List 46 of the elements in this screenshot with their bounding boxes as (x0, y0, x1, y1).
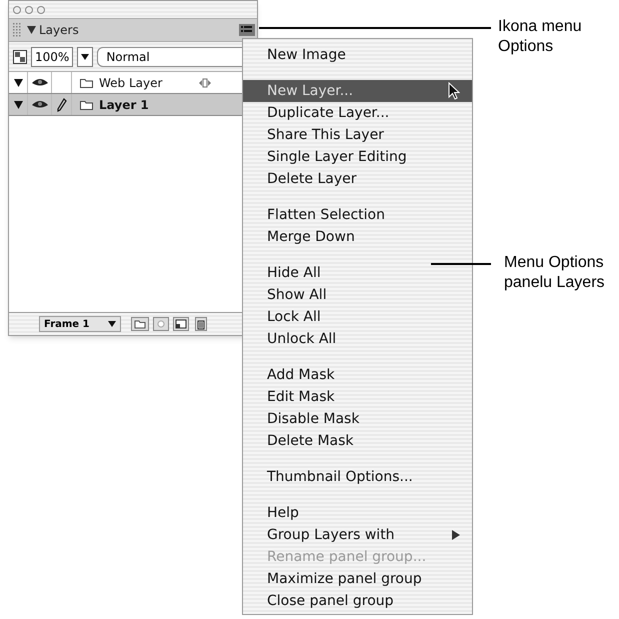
trash-icon[interactable] (195, 317, 207, 331)
menu-item[interactable]: Maximize panel group (243, 568, 472, 590)
new-folder-icon[interactable] (131, 317, 149, 331)
options-menu-icon[interactable] (239, 24, 255, 36)
mouse-cursor-icon (448, 82, 460, 100)
menu-item[interactable]: Add Mask (243, 364, 472, 386)
menu-item[interactable]: Close panel group (243, 590, 472, 612)
menu-item[interactable]: Unlock All (243, 328, 472, 350)
callout-label: Ikona menu Options (498, 17, 582, 57)
expand-icon[interactable] (14, 78, 22, 86)
layer-name: Web Layer (99, 74, 162, 92)
menu-item[interactable]: Thumbnail Options... (243, 466, 472, 488)
share-icon[interactable] (199, 78, 212, 88)
menu-item[interactable]: Lock All (243, 306, 472, 328)
menu-item[interactable]: Delete Mask (243, 430, 472, 452)
eye-icon[interactable] (32, 78, 48, 87)
menu-item[interactable]: Share This Layer (243, 124, 472, 146)
opacity-dropdown-button[interactable] (77, 46, 94, 66)
layer-name: Layer 1 (99, 96, 149, 114)
opacity-field[interactable]: 100% (31, 46, 74, 66)
eye-icon[interactable] (32, 100, 48, 109)
caret-icon (108, 321, 116, 327)
new-layer-icon[interactable] (173, 317, 189, 331)
menu-item[interactable]: Single Layer Editing (243, 146, 472, 168)
submenu-arrow-icon (452, 530, 460, 540)
frame-select[interactable]: Frame 1 (39, 316, 121, 332)
pencil-icon[interactable] (56, 98, 66, 112)
menu-item[interactable]: New Layer... (243, 80, 472, 102)
caret-icon (81, 54, 90, 60)
menu-item[interactable]: Group Layers with (243, 524, 472, 546)
menu-item[interactable]: Edit Mask (243, 386, 472, 408)
menu-item[interactable]: Hide All (243, 262, 472, 284)
thumbnail-icon[interactable] (13, 50, 27, 64)
expand-icon[interactable] (14, 100, 22, 108)
menu-item[interactable]: Merge Down (243, 226, 472, 248)
collapse-icon[interactable] (27, 26, 36, 34)
folder-icon (80, 78, 94, 88)
menu-item[interactable]: Show All (243, 284, 472, 306)
menu-item[interactable]: Delete Layer (243, 168, 472, 190)
menu-item[interactable]: Flatten Selection (243, 204, 472, 226)
grip-icon[interactable] (13, 23, 23, 37)
folder-icon (80, 100, 94, 110)
panel-title: Layers (39, 22, 79, 39)
callout-label: Menu Options panelu Layers (504, 253, 605, 293)
menu-item[interactable]: Help (243, 502, 472, 524)
menu-item[interactable]: Disable Mask (243, 408, 472, 430)
